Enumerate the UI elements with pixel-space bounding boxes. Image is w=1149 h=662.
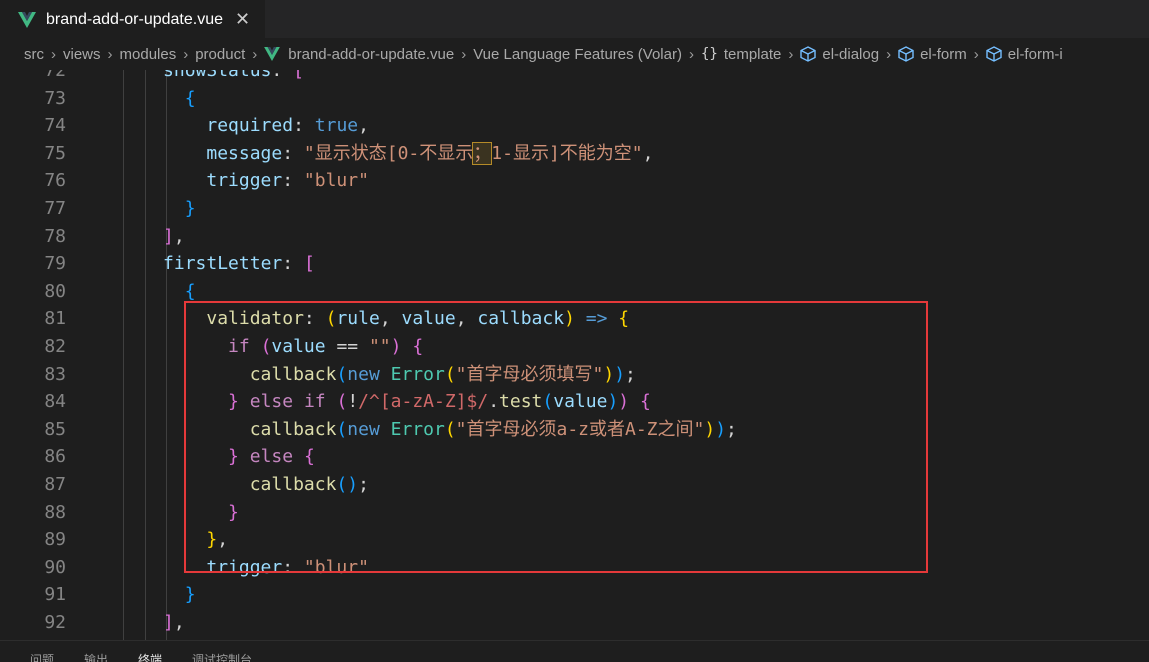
line-number: 81 [44, 308, 66, 330]
code-text: firstLetter: [ [163, 253, 315, 275]
editor-tab[interactable]: brand-add-or-update.vue ✕ [0, 0, 265, 38]
code-line[interactable]: 73 { [0, 85, 1149, 113]
line-number: 77 [44, 198, 66, 219]
code-text: showStatus: [ [163, 70, 304, 81]
code-line[interactable]: 74 required: true, [0, 112, 1149, 140]
breadcrumb-label: el-form [920, 45, 967, 63]
line-number: 85 [44, 418, 66, 440]
braces-icon: {} [700, 46, 718, 62]
breadcrumb-item[interactable]: Vue Language Features (Volar) [473, 46, 682, 63]
breadcrumb-label: template [723, 45, 782, 63]
chevron-right-icon: › [461, 45, 467, 63]
line-number: 87 [44, 474, 66, 495]
cube-icon [986, 46, 1002, 62]
annotation-highlight-box [184, 301, 928, 573]
line-number: 82 [44, 336, 66, 357]
line-number: 72 [44, 70, 66, 81]
line-number: 88 [44, 501, 66, 523]
chevron-right-icon: › [51, 45, 56, 63]
code-line[interactable]: 92 ], [0, 609, 1149, 637]
cube-icon [898, 46, 914, 62]
breadcrumb-label: views [63, 45, 101, 63]
chevron-right-icon: › [886, 45, 892, 63]
chevron-right-icon: › [107, 45, 113, 63]
chevron-right-icon: › [183, 45, 189, 63]
chevron-right-icon: › [688, 45, 694, 63]
code-text: message: "显示状态[0-不显示；1-显示]不能为空", [206, 141, 654, 165]
breadcrumb-item[interactable]: el-form [898, 46, 967, 63]
breadcrumb-label: product [195, 45, 246, 63]
vue-icon [264, 47, 281, 61]
breadcrumb: src › views › modules › product › brand-add-or-u… [0, 38, 1149, 70]
panel-tab[interactable]: 问题 [30, 650, 54, 662]
breadcrumb-label: modules [119, 45, 177, 63]
line-number: 90 [44, 556, 66, 578]
breadcrumb-item[interactable]: el-dialog [800, 46, 879, 63]
vue-icon [18, 11, 36, 28]
breadcrumb-label: el-dialog [822, 45, 880, 63]
code-line[interactable]: 79 firstLetter: [ [0, 250, 1149, 278]
breadcrumb-label: Vue Language Features (Volar) [473, 45, 682, 63]
breadcrumb-item[interactable]: product [195, 46, 245, 63]
line-number: 76 [44, 170, 66, 192]
breadcrumb-item[interactable]: {} template [701, 46, 781, 63]
code-line[interactable]: 72 showStatus: [ [0, 70, 1149, 85]
code-text: { [184, 87, 196, 109]
code-line[interactable]: 77 } [0, 195, 1149, 223]
chevron-right-icon: › [788, 45, 794, 63]
cube-icon [800, 46, 817, 62]
code-text: { [184, 280, 196, 302]
line-number: 74 [44, 115, 66, 137]
tab-label: brand-add-or-update.vue [46, 10, 224, 28]
panel-tab[interactable]: 终端 [138, 650, 162, 662]
line-number: 83 [44, 363, 66, 385]
line-number: 89 [44, 529, 66, 551]
line-number: 75 [44, 142, 66, 164]
line-number: 84 [44, 391, 66, 413]
chevron-right-icon: › [252, 45, 258, 63]
code-text: ], [163, 612, 185, 633]
close-icon[interactable]: ✕ [235, 9, 250, 30]
code-text: trigger: "blur" [206, 170, 369, 192]
code-line[interactable]: 91 } [0, 581, 1149, 609]
code-line[interactable]: 75 message: "显示状态[0-不显示；1-显示]不能为空", [0, 140, 1149, 168]
breadcrumb-label: el-form-i [1007, 45, 1063, 63]
breadcrumb-item[interactable]: views [63, 46, 101, 63]
breadcrumb-label: brand-add-or-update.vue [288, 45, 455, 63]
code-line[interactable]: 78 ], [0, 223, 1149, 251]
line-number: 79 [44, 253, 66, 275]
code-text: ], [163, 225, 185, 247]
breadcrumb-item[interactable]: src [24, 46, 44, 63]
code-text: } [184, 584, 196, 606]
line-number: 92 [44, 612, 66, 633]
bottom-panel-tabs: 问题 输出 终端 调试控制台 [0, 640, 1149, 662]
breadcrumb-item[interactable]: el-form-i [986, 46, 1063, 63]
breadcrumb-item[interactable]: brand-add-or-update.vue [264, 46, 454, 63]
code-line[interactable]: 76 trigger: "blur" [0, 167, 1149, 195]
code-text: required: true, [206, 115, 369, 137]
line-number: 78 [44, 225, 66, 247]
breadcrumb-label: src [24, 45, 44, 63]
code-text: } [184, 198, 196, 219]
line-number: 73 [44, 87, 66, 109]
breadcrumb-item[interactable]: modules [120, 46, 177, 63]
chevron-right-icon: › [973, 45, 979, 63]
editor-tab-bar: brand-add-or-update.vue ✕ [0, 0, 1149, 38]
line-number: 80 [44, 280, 66, 302]
panel-tab[interactable]: 输出 [84, 650, 108, 662]
panel-tab[interactable]: 调试控制台 [192, 650, 252, 662]
line-number: 86 [44, 446, 66, 468]
line-number: 91 [44, 584, 66, 606]
